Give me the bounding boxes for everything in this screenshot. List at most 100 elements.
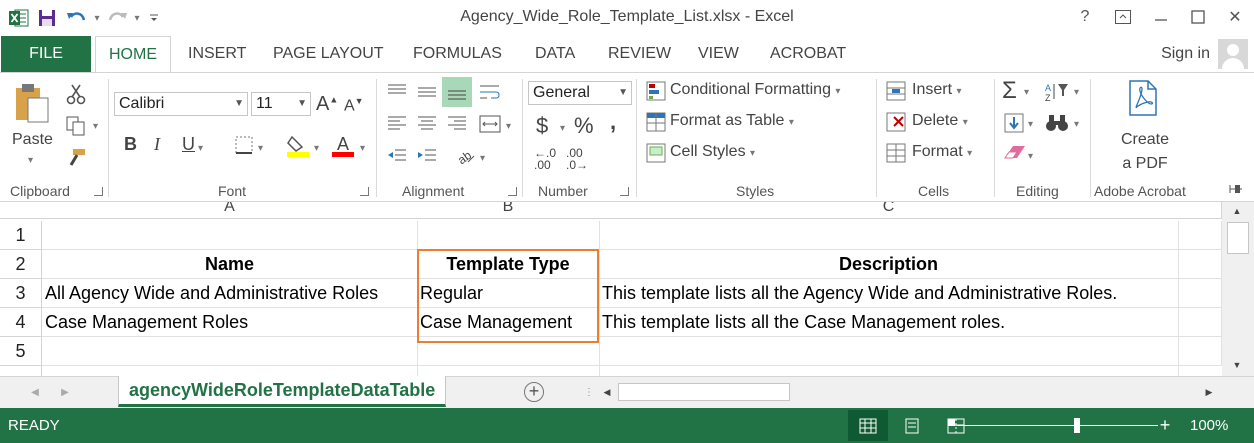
clipboard-launcher-icon[interactable] (94, 187, 103, 196)
scroll-right-icon[interactable]: ▶ (1202, 384, 1216, 400)
align-left-icon[interactable] (384, 111, 410, 137)
cut-icon[interactable] (62, 81, 90, 107)
grow-font-icon[interactable]: A▲ (316, 93, 338, 116)
insert-cells-icon[interactable] (884, 79, 908, 103)
fill-color-dropdown-icon[interactable]: ▾ (314, 143, 319, 154)
column-header-d[interactable] (1178, 202, 1222, 219)
font-color-dropdown-icon[interactable]: ▾ (360, 143, 365, 154)
decrease-decimal-icon[interactable]: .00.0→ (566, 147, 588, 171)
font-color-icon[interactable]: A (330, 131, 356, 159)
sign-in-link[interactable]: Sign in (1161, 36, 1210, 72)
row-header[interactable]: 2 (0, 250, 42, 279)
bold-button[interactable]: B (124, 134, 137, 155)
row-header[interactable]: 1 (0, 221, 42, 250)
cell-a3[interactable]: All Agency Wide and Administrative Roles (42, 279, 418, 308)
horizontal-scrollbar[interactable]: ◀ ▶ (598, 381, 1224, 403)
alignment-launcher-icon[interactable] (508, 187, 517, 196)
cell-d1[interactable] (1178, 221, 1222, 250)
vertical-scrollbar[interactable]: ▲ ▼ (1222, 202, 1254, 376)
scroll-down-icon[interactable]: ▼ (1230, 358, 1244, 372)
percent-icon[interactable]: % (574, 113, 594, 139)
tab-split-handle[interactable]: ⋮ (584, 383, 594, 401)
sort-filter-dropdown-icon[interactable]: ▾ (1074, 87, 1079, 98)
cell-b6[interactable] (417, 366, 600, 376)
cell-c1[interactable] (599, 221, 1179, 250)
create-pdf-line1[interactable]: Create (1120, 131, 1170, 149)
cell-a5[interactable] (42, 337, 418, 366)
avatar[interactable] (1218, 39, 1248, 69)
cell-d2[interactable] (1178, 250, 1222, 279)
find-select-icon[interactable] (1042, 111, 1072, 135)
underline-button[interactable]: U (182, 134, 195, 155)
delete-cells-icon[interactable] (884, 110, 908, 134)
align-middle-icon[interactable] (414, 79, 440, 105)
font-size-select[interactable]: 11 ▼ (251, 92, 311, 116)
number-launcher-icon[interactable] (620, 187, 629, 196)
currency-icon[interactable]: $ (536, 113, 548, 139)
tab-insert[interactable]: INSERT (188, 36, 246, 72)
underline-dropdown-icon[interactable]: ▾ (198, 143, 203, 154)
decrease-indent-icon[interactable] (384, 143, 410, 169)
format-as-table-icon[interactable] (644, 110, 668, 134)
cell-c2[interactable]: Description (599, 250, 1179, 279)
shrink-font-icon[interactable]: A▼ (344, 96, 364, 115)
cell-styles-button[interactable]: Cell Styles ▾ (670, 143, 755, 161)
horizontal-scroll-thumb[interactable] (618, 383, 790, 401)
row-header[interactable] (0, 366, 42, 376)
format-button[interactable]: Format ▾ (912, 143, 972, 161)
copy-dropdown-icon[interactable]: ▾ (93, 121, 98, 132)
format-cells-icon[interactable] (884, 141, 908, 165)
zoom-slider-thumb[interactable] (1074, 418, 1080, 433)
fill-color-icon[interactable] (284, 131, 312, 159)
vertical-scroll-thumb[interactable] (1227, 222, 1249, 254)
sort-filter-icon[interactable]: AZ (1042, 79, 1072, 105)
tab-review[interactable]: REVIEW (608, 36, 671, 72)
paste-icon[interactable] (12, 81, 52, 125)
delete-button[interactable]: Delete ▾ (912, 112, 968, 130)
autosum-dropdown-icon[interactable]: ▾ (1024, 87, 1029, 98)
comma-style-icon[interactable]: , (610, 109, 616, 135)
row-header[interactable]: 4 (0, 308, 42, 337)
tab-acrobat[interactable]: ACROBAT (770, 36, 846, 72)
italic-button[interactable]: I (154, 134, 160, 155)
orientation-icon[interactable]: ab (452, 143, 478, 169)
borders-icon[interactable] (232, 133, 256, 157)
cell-a6[interactable] (42, 366, 418, 376)
cell-c4[interactable]: This template lists all the Case Managem… (599, 308, 1179, 337)
format-as-table-button[interactable]: Format as Table ▾ (670, 112, 794, 130)
fill-dropdown-icon[interactable]: ▾ (1028, 119, 1033, 130)
column-header-a[interactable]: A (42, 202, 418, 219)
cell-d4[interactable] (1178, 308, 1222, 337)
clear-icon[interactable] (1002, 141, 1028, 165)
pin-ribbon-icon[interactable] (1226, 179, 1246, 199)
find-select-dropdown-icon[interactable]: ▾ (1074, 119, 1079, 130)
clear-dropdown-icon[interactable]: ▾ (1028, 151, 1033, 162)
normal-view-icon[interactable] (848, 410, 888, 441)
zoom-in-button[interactable]: + (1158, 410, 1172, 441)
select-all-corner[interactable] (0, 202, 43, 219)
create-pdf-line2[interactable]: a PDF (1120, 155, 1170, 173)
scroll-left-icon[interactable]: ◀ (600, 384, 614, 400)
cell-a4[interactable]: Case Management Roles (42, 308, 418, 337)
tab-data[interactable]: DATA (535, 36, 575, 72)
insert-button[interactable]: Insert ▾ (912, 81, 962, 99)
paste-dropdown-icon[interactable]: ▾ (28, 155, 33, 166)
increase-decimal-icon[interactable]: ←.0.00 (534, 147, 556, 171)
sheet-scroll-right-icon[interactable]: ▶ (58, 383, 72, 401)
merge-dropdown-icon[interactable]: ▾ (506, 121, 511, 132)
row-header[interactable]: 5 (0, 337, 42, 366)
cell-b1[interactable] (417, 221, 600, 250)
tab-formulas[interactable]: FORMULAS (413, 36, 502, 72)
align-right-icon[interactable] (444, 111, 470, 137)
column-header-c[interactable]: C (599, 202, 1179, 219)
create-pdf-icon[interactable] (1126, 79, 1160, 117)
tab-file[interactable]: FILE (1, 36, 91, 72)
worksheet-grid[interactable]: A B C 1 2 Name Template Type Description… (0, 202, 1222, 376)
zoom-level[interactable]: 100% (1190, 408, 1228, 443)
column-header-b[interactable]: B (417, 202, 600, 219)
wrap-text-icon[interactable] (476, 79, 504, 105)
borders-dropdown-icon[interactable]: ▾ (258, 143, 263, 154)
cell-styles-icon[interactable] (644, 141, 668, 165)
minimize-icon[interactable] (1144, 4, 1178, 30)
font-launcher-icon[interactable] (360, 187, 369, 196)
